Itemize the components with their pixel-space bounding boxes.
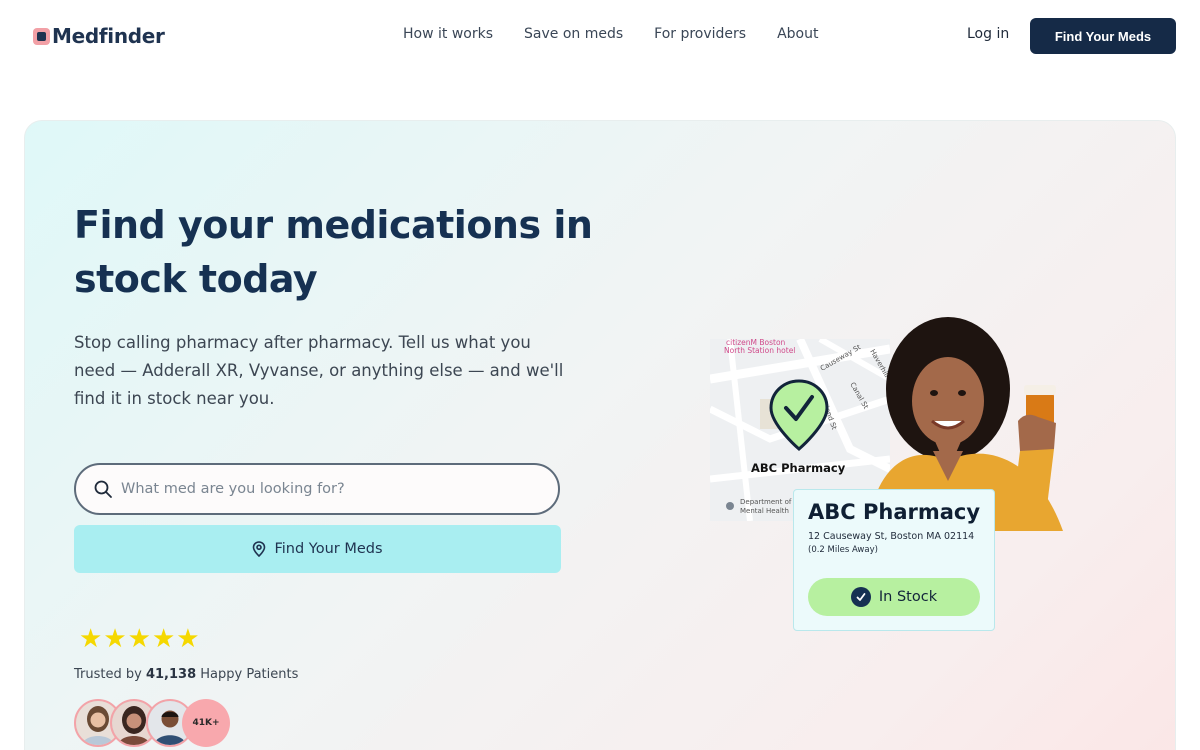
find-your-meds-button[interactable]: Find Your Meds	[74, 525, 561, 573]
map-street-label: Mental Health	[740, 507, 789, 515]
star-icon: ★	[176, 624, 200, 654]
nav-link-for-providers[interactable]: For providers	[654, 26, 746, 42]
star-icon: ★	[79, 624, 103, 654]
avatar-count-badge: 41K+	[182, 699, 230, 747]
logo-text: Medfinder	[52, 24, 165, 48]
search-icon	[94, 480, 112, 498]
pharmacy-address: 12 Causeway St, Boston MA 02114	[808, 531, 975, 542]
nav-link-save-on-meds[interactable]: Save on meds	[524, 26, 623, 42]
star-icon: ★	[127, 624, 151, 654]
hero-subtext: Stop calling pharmacy after pharmacy. Te…	[74, 333, 564, 408]
logo[interactable]: Medfinder	[33, 24, 165, 48]
nav-links: How it works Save on meds For providers …	[403, 26, 850, 42]
nav-link-about[interactable]: About	[777, 26, 818, 42]
map-street-label: North Station hotel	[724, 346, 795, 355]
top-nav: Medfinder How it works Save on meds For …	[0, 0, 1200, 70]
check-icon	[850, 587, 871, 607]
rating-stars: ★ ★ ★ ★ ★	[79, 626, 200, 652]
location-pin-icon	[253, 541, 266, 557]
login-link[interactable]: Log in	[967, 26, 1009, 42]
map-pharmacy-label: ABC Pharmacy	[751, 461, 846, 475]
trusted-by-text: Trusted by 41,138 Happy Patients	[74, 667, 298, 682]
map-street-label: Department of	[740, 498, 792, 506]
med-search-box[interactable]	[74, 463, 560, 515]
trusted-suffix: Happy Patients	[200, 667, 299, 682]
find-your-meds-nav-button[interactable]: Find Your Meds	[1030, 18, 1176, 54]
pharmacy-name: ABC Pharmacy	[808, 500, 981, 524]
in-stock-label: In Stock	[878, 589, 938, 605]
hero-headline: Find your medications in stock today	[74, 203, 593, 301]
med-search-input[interactable]	[121, 481, 521, 497]
trusted-prefix: Trusted by	[74, 667, 142, 682]
hero-section: Find your medications in stock today Sto…	[24, 120, 1176, 750]
pharmacy-distance: (0.2 Miles Away)	[808, 545, 878, 555]
logo-icon	[33, 27, 50, 45]
trusted-count: 41,138	[145, 667, 197, 682]
star-icon: ★	[103, 624, 127, 654]
in-stock-badge: In Stock	[808, 578, 980, 616]
nav-link-how-it-works[interactable]: How it works	[403, 26, 493, 42]
find-your-meds-label: Find Your Meds	[274, 541, 383, 557]
pharmacy-card[interactable]: ABC Pharmacy 12 Causeway St, Boston MA 0…	[793, 489, 995, 631]
star-icon: ★	[151, 624, 176, 654]
